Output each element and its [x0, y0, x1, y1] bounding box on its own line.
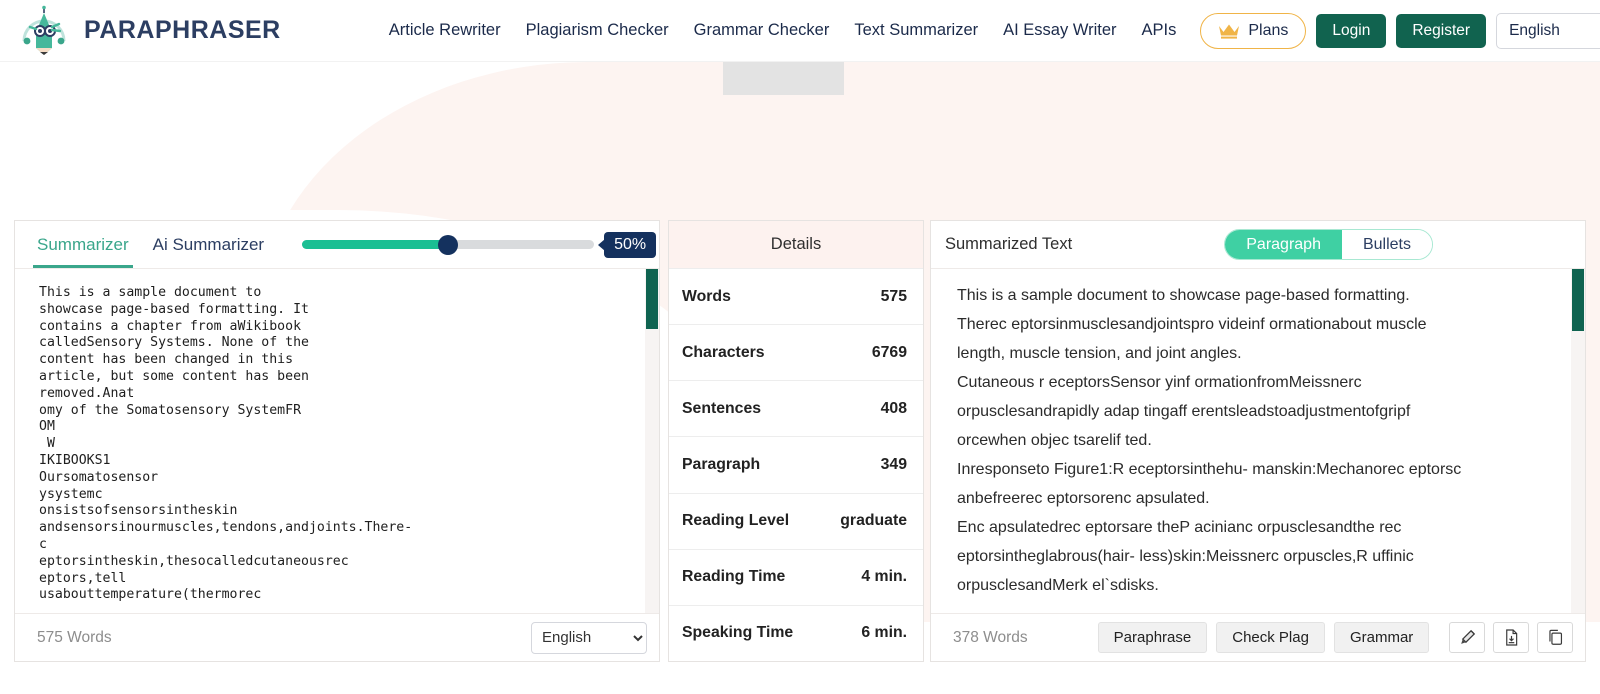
details-label: Sentences: [682, 399, 762, 417]
crown-icon: [1219, 24, 1240, 39]
summary-line: orpusclesandrapidly adap tingaff erentsl…: [957, 403, 1411, 420]
paraphrase-button[interactable]: Paraphrase: [1097, 622, 1208, 653]
view-mode-toggle: Paragraph Bullets: [1224, 229, 1433, 260]
details-label: Speaking Time: [682, 624, 794, 642]
details-row-characters: Characters 6769: [669, 324, 923, 380]
nav-plagiarism-checker[interactable]: Plagiarism Checker: [526, 21, 669, 40]
summary-line: Cutaneous r eceptorsSensor yinf ormation…: [957, 374, 1362, 391]
nav-text-summarizer[interactable]: Text Summarizer: [854, 21, 978, 40]
view-mode-paragraph[interactable]: Paragraph: [1225, 230, 1342, 259]
download-document-icon: [1505, 629, 1517, 646]
source-text-area[interactable]: This is a sample document to showcase pa…: [15, 269, 659, 613]
summary-line: orcewhen objec tsarelif ted.: [957, 432, 1152, 449]
output-panel-body: This is a sample document to showcase pa…: [931, 268, 1585, 613]
nav-article-rewriter[interactable]: Article Rewriter: [389, 21, 501, 40]
details-panel: Details Words 575 Characters 6769 Senten…: [668, 220, 924, 662]
details-label: Reading Level: [682, 512, 790, 530]
summary-line: Therec eptorsinmusclesandjointspro videi…: [957, 316, 1427, 333]
slider-fill: [302, 240, 449, 249]
tab-ai-summarizer[interactable]: Ai Summarizer: [141, 222, 276, 268]
details-label: Words: [682, 287, 731, 305]
slider-track[interactable]: [302, 234, 595, 255]
input-scrollbar-thumb[interactable]: [646, 269, 658, 329]
slider-value-badge: 50%: [604, 231, 657, 258]
nav-grammar-checker[interactable]: Grammar Checker: [694, 21, 830, 40]
details-row-reading-time: Reading Time 4 min.: [669, 548, 923, 605]
details-row-reading-level: Reading Level graduate: [669, 492, 923, 549]
plans-button[interactable]: Plans: [1200, 12, 1307, 49]
download-button[interactable]: [1493, 622, 1529, 653]
nav-ai-essay-writer[interactable]: AI Essay Writer: [1003, 21, 1116, 40]
summary-line: Enc apsulatedrec eptorsare theP acinianc…: [957, 519, 1402, 536]
details-value: 349: [880, 455, 907, 473]
highlight-button[interactable]: [1449, 622, 1485, 653]
input-panel-header: Summarizer Ai Summarizer 50%: [15, 221, 659, 268]
owl-pencil-logo-icon: [22, 5, 66, 55]
details-value: graduate: [840, 512, 907, 530]
summary-line: This is a sample document to showcase pa…: [957, 287, 1410, 304]
details-label: Paragraph: [682, 455, 761, 473]
login-button[interactable]: Login: [1316, 13, 1387, 48]
summary-line: Inresponseto Figure1:R eceptorsinthehu- …: [957, 461, 1462, 478]
details-row-speaking-time: Speaking Time 6 min.: [669, 604, 923, 661]
details-label: Reading Time: [682, 568, 786, 586]
summarized-text[interactable]: This is a sample document to showcase pa…: [931, 269, 1585, 613]
input-language-select[interactable]: English: [531, 621, 647, 654]
slider-knob[interactable]: [438, 234, 459, 255]
grammar-button[interactable]: Grammar: [1333, 622, 1430, 653]
output-icon-buttons: [1449, 622, 1573, 653]
output-title: Summarized Text: [945, 235, 1073, 253]
check-plagiarism-button[interactable]: Check Plag: [1216, 622, 1325, 653]
details-row-sentences: Sentences 408: [669, 380, 923, 436]
summary-line: eptorsintheglabrous(hair- less)skin:Meis…: [957, 548, 1414, 565]
details-value: 4 min.: [861, 568, 907, 586]
language-select[interactable]: English: [1496, 12, 1600, 49]
main-navigation: Article Rewriter Plagiarism Checker Gram…: [389, 21, 1177, 40]
brand-name: PARAPHRASER: [84, 16, 281, 44]
output-panel: Summarized Text Paragraph Bullets This i…: [930, 220, 1586, 662]
workspace: Summarizer Ai Summarizer 50% This is a s…: [14, 220, 1586, 662]
details-row-words: Words 575: [669, 268, 923, 324]
input-panel-footer: 575 Words English: [15, 613, 659, 661]
summary-length-slider[interactable]: 50%: [302, 231, 657, 258]
output-panel-header: Summarized Text Paragraph Bullets: [931, 221, 1585, 268]
output-scrollbar[interactable]: [1571, 269, 1585, 613]
input-panel: Summarizer Ai Summarizer 50% This is a s…: [14, 220, 660, 662]
highlighter-pen-icon: [1460, 629, 1475, 644]
output-word-count: 378 Words: [953, 628, 1028, 646]
summary-line: anbefreerec eptorsorenc apsulated.: [957, 490, 1210, 507]
input-word-count: 575 Words: [37, 628, 112, 646]
header-actions: Plans Login Register English: [1200, 12, 1600, 49]
input-scrollbar[interactable]: [645, 269, 659, 613]
nav-apis[interactable]: APIs: [1142, 21, 1177, 40]
copy-button[interactable]: [1537, 622, 1573, 653]
details-label: Characters: [682, 343, 765, 361]
site-header: PARAPHRASER Article Rewriter Plagiarism …: [0, 0, 1600, 62]
output-scrollbar-thumb[interactable]: [1572, 269, 1584, 331]
details-title: Details: [669, 221, 923, 268]
details-value: 408: [880, 399, 907, 417]
details-value: 6769: [871, 343, 907, 361]
register-button[interactable]: Register: [1396, 13, 1487, 48]
ad-placeholder-box: [723, 62, 844, 95]
output-panel-footer: 378 Words Paraphrase Check Plag Grammar: [931, 613, 1585, 661]
tab-summarizer[interactable]: Summarizer: [25, 222, 141, 268]
brand[interactable]: PARAPHRASER: [18, 5, 281, 57]
details-value: 6 min.: [861, 624, 907, 642]
details-value: 575: [880, 287, 907, 305]
plans-label: Plans: [1248, 21, 1289, 39]
details-list: Words 575 Characters 6769 Sentences 408 …: [669, 268, 923, 661]
copy-icon: [1548, 629, 1562, 645]
input-panel-body: This is a sample document to showcase pa…: [15, 268, 659, 613]
view-mode-bullets[interactable]: Bullets: [1341, 230, 1432, 259]
details-row-paragraph: Paragraph 349: [669, 436, 923, 492]
summary-line: length, muscle tension, and joint angles…: [957, 345, 1242, 362]
summary-line: orpusclesandMerk el`sdisks.: [957, 577, 1159, 594]
